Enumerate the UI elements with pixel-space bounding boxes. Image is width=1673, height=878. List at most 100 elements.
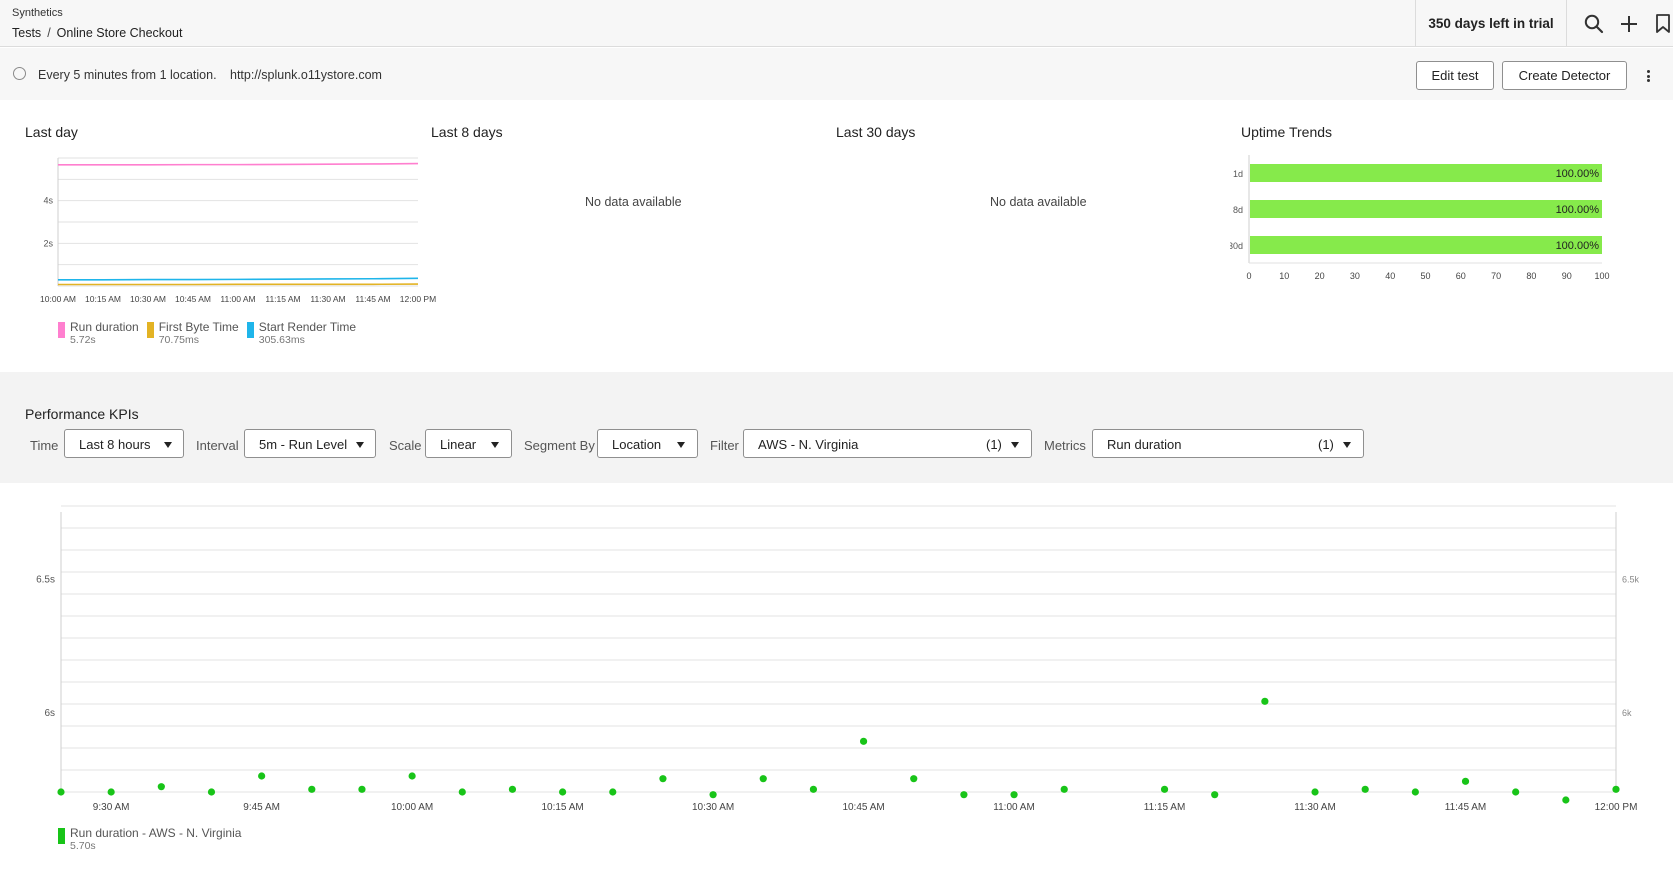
chevron-down-icon (1011, 442, 1019, 448)
x-tick-label: 10:00 AM (391, 802, 433, 813)
data-point (910, 775, 918, 783)
breadcrumb: Tests / Online Store Checkout (12, 26, 182, 40)
x-tick-label: 70 (1491, 271, 1501, 281)
data-point (960, 791, 968, 799)
edit-test-button[interactable]: Edit test (1416, 61, 1494, 90)
scale-select[interactable]: Linear (425, 429, 512, 458)
legend-series-value: 70.75ms (158, 334, 199, 346)
x-tick-label: 50 (1420, 271, 1430, 281)
last-30-days-title: Last 30 days (836, 124, 916, 140)
x-tick-label: 0 (1246, 271, 1251, 281)
legend-series-value: 5.72s (70, 334, 96, 346)
uptime-trends-title: Uptime Trends (1241, 124, 1333, 140)
data-point (1411, 788, 1419, 796)
data-point (1562, 796, 1570, 804)
performance-kpi-legend: Run duration - AWS - N. Virginia 5.70s (58, 826, 241, 852)
last-day-legend: Run duration 5.72s First Byte Time 70.75ms S… (58, 320, 356, 346)
performance-kpis-section: Performance KPIs Time Last 8 hours Inter… (0, 372, 1673, 483)
y-tick-label: 4s (43, 196, 53, 206)
x-tick-label: 11:15 AM (265, 294, 300, 304)
trial-indicator[interactable]: 350 days left in trial (1415, 0, 1567, 46)
last-day-legend-item[interactable]: Start Render Time 305.63ms (246, 320, 356, 346)
x-tick-label: 10 (1279, 271, 1289, 281)
segment-by-select[interactable]: Location (597, 429, 698, 458)
kebab-menu-icon[interactable] (1643, 67, 1653, 85)
data-point (408, 772, 416, 780)
data-point (57, 788, 65, 796)
data-point (107, 788, 115, 796)
x-tick-label: 11:45 AM (355, 294, 390, 304)
status-circle-icon (13, 67, 26, 80)
last-day-legend-item[interactable]: First Byte Time 70.75ms (146, 320, 239, 346)
metrics-count: (1) (1318, 437, 1334, 452)
filter-select[interactable]: AWS - N. Virginia (1) (743, 429, 1032, 458)
x-tick-label: 30 (1350, 271, 1360, 281)
data-point (759, 775, 767, 783)
test-summary-bar: Every 5 minutes from 1 location. http://… (0, 48, 1673, 100)
data-point (1010, 791, 1018, 799)
create-detector-button[interactable]: Create Detector (1502, 61, 1627, 90)
performance-kpi-legend-item[interactable]: Run duration - AWS - N. Virginia 5.70s (58, 826, 241, 852)
data-point (709, 791, 717, 799)
plus-icon[interactable] (1617, 12, 1641, 36)
filter-count: (1) (986, 437, 1002, 452)
series-line (58, 277, 419, 281)
uptime-value-label: 100.00% (1556, 168, 1600, 180)
bookmark-icon[interactable] (1651, 12, 1673, 36)
chevron-down-icon (1343, 442, 1351, 448)
data-point (809, 785, 818, 793)
x-tick-label: 10:30 AM (130, 294, 166, 304)
scale-select-value: Linear (440, 437, 477, 452)
data-point (609, 788, 617, 796)
time-select[interactable]: Last 8 hours (64, 429, 184, 458)
x-tick-label: 10:45 AM (842, 802, 884, 813)
x-tick-label: 10:00 AM (40, 294, 76, 304)
data-point (859, 737, 868, 745)
data-point (559, 788, 567, 796)
metrics-label: Metrics (1044, 438, 1086, 453)
data-point (207, 788, 216, 796)
time-label: Time (30, 438, 59, 453)
metrics-select[interactable]: Run duration (1) (1092, 429, 1364, 458)
x-tick-label: 12:00 PM (400, 294, 436, 304)
data-point (308, 785, 316, 793)
performance-kpi-chart: 6s 6.5s 6k 6.5k 9:30 AM 9:45 AM 10:00 AM 10:15 … (36, 505, 1640, 813)
metrics-select-value: Run duration (1107, 437, 1182, 452)
data-point (1060, 785, 1068, 793)
y-tick-label: 6.5s (36, 575, 55, 586)
data-point (1361, 785, 1369, 793)
breadcrumb-separator: / (47, 26, 51, 40)
last-day-legend-item[interactable]: Run duration 5.72s (58, 320, 139, 346)
legend-swatch (246, 322, 254, 338)
time-select-value: Last 8 hours (79, 437, 151, 452)
uptime-bar (1250, 200, 1602, 218)
data-point (1612, 785, 1620, 793)
filter-label: Filter (710, 438, 739, 453)
chevron-down-icon (677, 442, 685, 448)
legend-swatch (146, 322, 154, 338)
chevron-down-icon (164, 442, 172, 448)
data-point (1160, 785, 1169, 793)
x-tick-label: 20 (1315, 271, 1325, 281)
legend-series-value: 5.70s (70, 840, 96, 852)
x-tick-label: 100 (1594, 271, 1609, 281)
interval-select[interactable]: 5m - Run Level (244, 429, 376, 458)
x-tick-label: 11:00 AM (220, 294, 255, 304)
x-tick-label: 40 (1385, 271, 1395, 281)
filter-select-value: AWS - N. Virginia (758, 437, 859, 452)
breadcrumb-tests-link[interactable]: Tests (12, 26, 41, 40)
uptime-trends-chart: 1d 100.00% 8d 100.00% 30d 100.00% 0 10 20 30 40 50 6… (1230, 155, 1610, 281)
uptime-value-label: 100.00% (1556, 204, 1600, 216)
scale-label: Scale (389, 438, 422, 453)
x-tick-label: 11:45 AM (1445, 802, 1487, 813)
x-tick-label: 11:15 AM (1144, 802, 1186, 813)
interval-label: Interval (196, 438, 239, 453)
performance-kpis-title: Performance KPIs (25, 406, 139, 422)
uptime-bar (1250, 236, 1602, 254)
app-name: Synthetics (12, 7, 63, 19)
last-8-days-no-data: No data available (585, 195, 682, 209)
last-8-days-title: Last 8 days (431, 124, 503, 140)
legend-series-value: 305.63ms (258, 334, 305, 346)
search-icon[interactable] (1582, 12, 1606, 36)
legend-series-name: Run duration - AWS - N. Virginia (70, 826, 242, 840)
